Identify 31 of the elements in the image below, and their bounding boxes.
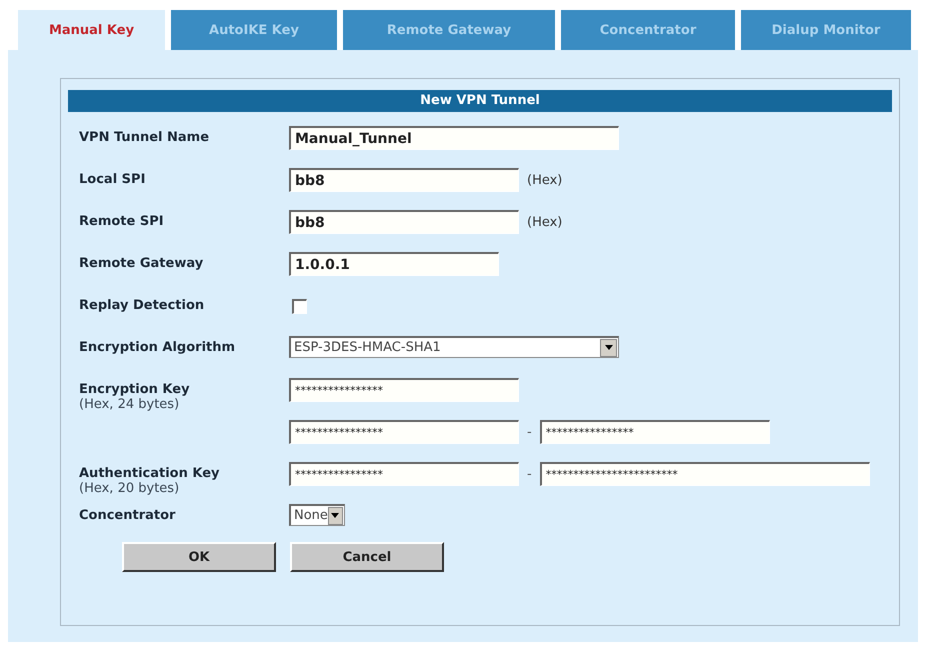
tab[interactable]: Manual Key [18,10,165,50]
field-label: Replay Detection [79,298,206,313]
input-field[interactable]: **************** [289,462,519,486]
form-button[interactable]: OK [122,542,276,572]
field-hint: (Hex, 20 bytes) [79,481,180,496]
field-label: Concentrator [79,508,176,523]
form-button[interactable]: Cancel [290,542,444,572]
unit-label: (Hex) [527,172,562,188]
separator-text: - [527,424,532,440]
field-label: Local SPI [79,172,146,187]
dropdown[interactable]: None [289,504,345,526]
input-field[interactable]: Manual_Tunnel [289,126,619,150]
field-label: Authentication Key [79,466,221,481]
input-field[interactable]: **************** [289,378,519,402]
field-label: Remote Gateway [79,256,204,271]
field-label: Encryption Key [79,382,191,397]
form-title: New VPN Tunnel [68,90,892,112]
field-label: Remote SPI [79,214,165,229]
input-field[interactable]: bb8 [289,168,519,192]
input-field[interactable]: 1.0.0.1 [289,252,499,276]
input-field[interactable]: bb8 [289,210,519,234]
input-field[interactable]: **************** [289,420,519,444]
dropdown[interactable]: ESP-3DES-HMAC-SHA1 [289,336,619,358]
field-label: VPN Tunnel Name [79,130,210,145]
checkbox[interactable] [292,299,307,314]
field-hint: (Hex, 24 bytes) [79,397,180,412]
field-label: Encryption Algorithm [79,340,236,355]
input-field[interactable]: **************** [540,420,770,444]
input-field[interactable]: ************************ [540,462,870,486]
unit-label: (Hex) [527,214,562,230]
separator-text: - [527,466,532,482]
